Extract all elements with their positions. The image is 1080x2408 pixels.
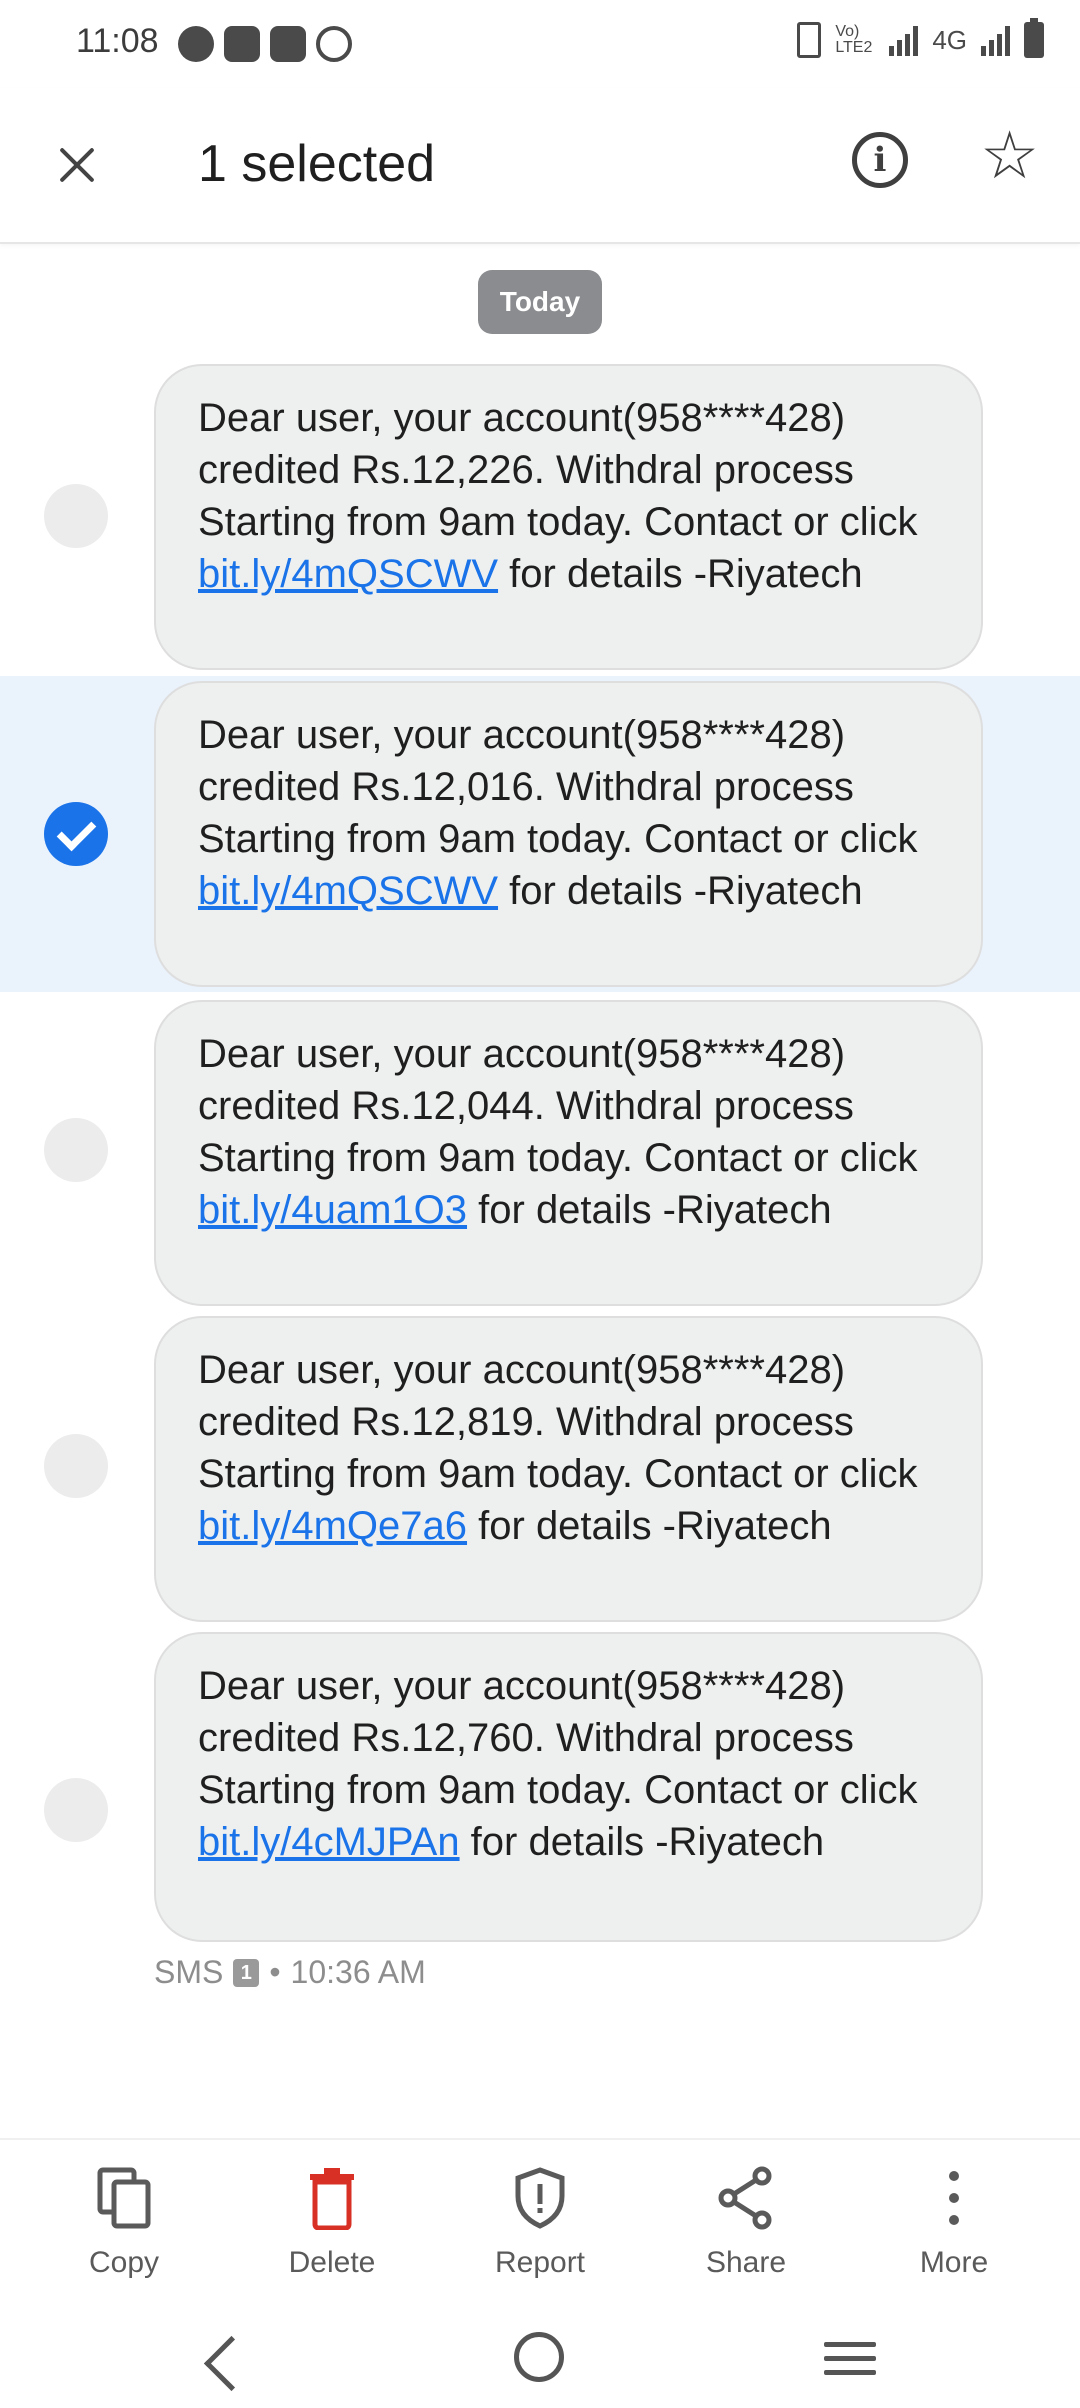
system-icons: Vo) LTE2 4G bbox=[797, 18, 1044, 58]
message-type: SMS bbox=[154, 1954, 224, 1990]
message-text: Dear user, your account(958****428) cred… bbox=[198, 1348, 918, 1496]
info-icon[interactable]: i bbox=[852, 132, 908, 188]
message-bubble[interactable]: Dear user, your account(958****428) cred… bbox=[154, 1316, 983, 1622]
signal-icon bbox=[981, 24, 1010, 56]
message-bubble[interactable]: Dear user, your account(958****428) cred… bbox=[154, 1000, 983, 1306]
message-text: for details -Riyatech bbox=[498, 869, 863, 913]
message-row-selected[interactable]: Dear user, your account(958****428) cred… bbox=[0, 676, 1080, 992]
message-link[interactable]: bit.ly/4mQSCWV bbox=[198, 552, 498, 596]
message-text: for details -Riyatech bbox=[467, 1188, 832, 1232]
back-icon[interactable] bbox=[203, 2335, 260, 2392]
copy-label: Copy bbox=[88, 2246, 160, 2279]
notification-icons bbox=[178, 26, 352, 62]
message-text: for details -Riyatech bbox=[459, 1820, 825, 1864]
app-notification-icon bbox=[224, 26, 260, 62]
app-bar: 1 selected i ☆ bbox=[0, 88, 1080, 244]
message-time: 10:36 AM bbox=[290, 1954, 426, 1990]
message-row[interactable]: Dear user, your account(958****428) cred… bbox=[0, 996, 1080, 1306]
select-radio[interactable] bbox=[44, 1778, 108, 1842]
date-chip: Today bbox=[478, 270, 602, 334]
message-text: Dear user, your account(958****428) cred… bbox=[198, 713, 918, 861]
message-link[interactable]: bit.ly/4mQSCWV bbox=[198, 869, 498, 913]
more-button[interactable]: More bbox=[864, 2164, 1044, 2280]
meta-separator: • bbox=[269, 1954, 281, 1990]
star-icon[interactable]: ☆ bbox=[980, 122, 1039, 188]
report-label: Report bbox=[494, 2246, 586, 2279]
volte-label: Vo) LTE2 bbox=[835, 23, 873, 56]
message-text: Dear user, your account(958****428) cred… bbox=[198, 1032, 918, 1180]
status-bar: 11:08 Vo) LTE2 4G bbox=[0, 0, 1080, 88]
message-text: for details -Riyatech bbox=[467, 1504, 832, 1548]
delete-icon bbox=[242, 2164, 422, 2232]
delete-label: Delete bbox=[288, 2246, 376, 2279]
network-type: 4G bbox=[932, 24, 967, 55]
checked-radio-icon[interactable] bbox=[44, 802, 108, 866]
select-radio[interactable] bbox=[44, 1118, 108, 1182]
message-row[interactable]: Dear user, your account(958****428) cred… bbox=[0, 1630, 1080, 1944]
delete-button[interactable]: Delete bbox=[242, 2164, 422, 2280]
recents-icon[interactable] bbox=[824, 2342, 876, 2384]
select-radio[interactable] bbox=[44, 1434, 108, 1498]
whatsapp-icon bbox=[316, 26, 352, 62]
message-text: for details -Riyatech bbox=[498, 552, 863, 596]
signal-icon bbox=[889, 24, 919, 56]
more-vert-icon bbox=[864, 2164, 1044, 2232]
message-meta: SMS 1 • 10:36 AM bbox=[154, 1954, 426, 1991]
select-radio[interactable] bbox=[44, 484, 108, 548]
message-text: Dear user, your account(958****428) cred… bbox=[198, 1664, 918, 1812]
message-link[interactable]: bit.ly/4mQe7a6 bbox=[198, 1504, 467, 1548]
action-bar: Copy Delete Report Share More bbox=[0, 2138, 1080, 2320]
share-button[interactable]: Share bbox=[656, 2164, 836, 2280]
navigation-bar bbox=[0, 2318, 1080, 2408]
message-row[interactable]: Dear user, your account(958****428) cred… bbox=[0, 1312, 1080, 1622]
sim-icon: 1 bbox=[233, 1958, 260, 1987]
battery-icon bbox=[1024, 18, 1044, 58]
message-row[interactable]: Dear user, your account(958****428) cred… bbox=[0, 362, 1080, 672]
message-text: Dear user, your account(958****428) cred… bbox=[198, 396, 918, 544]
vibrate-icon bbox=[797, 22, 822, 58]
more-label: More bbox=[919, 2246, 989, 2279]
copy-button[interactable]: Copy bbox=[34, 2164, 214, 2280]
shield-icon bbox=[450, 2164, 630, 2232]
report-button[interactable]: Report bbox=[450, 2164, 630, 2280]
message-bubble[interactable]: Dear user, your account(958****428) cred… bbox=[154, 681, 983, 987]
messages-notification-icon bbox=[178, 26, 214, 62]
message-bubble[interactable]: Dear user, your account(958****428) cred… bbox=[154, 364, 983, 670]
app-notification-icon bbox=[270, 26, 306, 62]
close-icon[interactable] bbox=[40, 128, 112, 200]
message-bubble[interactable]: Dear user, your account(958****428) cred… bbox=[154, 1632, 983, 1942]
selection-title: 1 selected bbox=[198, 135, 436, 193]
status-time: 11:08 bbox=[76, 22, 159, 60]
message-link[interactable]: bit.ly/4uam1O3 bbox=[198, 1188, 467, 1232]
message-link[interactable]: bit.ly/4cMJPAn bbox=[198, 1820, 460, 1864]
home-icon[interactable] bbox=[514, 2332, 564, 2382]
share-label: Share bbox=[705, 2246, 787, 2279]
copy-icon bbox=[34, 2164, 214, 2232]
share-icon bbox=[656, 2164, 836, 2232]
